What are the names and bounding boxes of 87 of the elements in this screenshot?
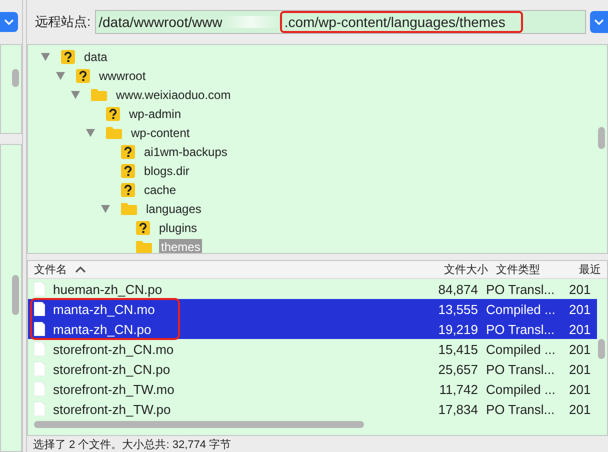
scrollbar-thumb[interactable]: [598, 339, 605, 360]
question-folder-icon: [121, 182, 135, 196]
table-cell-text: 201: [568, 282, 592, 297]
status-text: 选择了 2 个文件。大小总共: 32,774 字节: [32, 438, 232, 452]
question-folder-icon: [106, 106, 120, 120]
column-header[interactable]: 最近: [576, 262, 607, 278]
file-icon: [34, 402, 45, 416]
folder-name[interactable]: wwwroot: [97, 68, 148, 84]
question-folder-icon: [121, 164, 135, 178]
path-field[interactable]: /data/wwwroot/www .com/wp-content/languages/themes: [94, 10, 586, 34]
file-icon: [34, 282, 45, 296]
file-name: storefront-zh_TW.mo: [53, 382, 174, 397]
question-folder-icon: [121, 144, 135, 158]
file-type: Compiled ...: [485, 302, 556, 317]
file-type: PO Transl...: [485, 322, 556, 337]
file-type: Compiled ...: [485, 342, 556, 357]
file-row[interactable]: storefront-zh_TW.po 17,834 PO Transl... 201: [28, 399, 597, 420]
file-row[interactable]: storefront-zh_TW.mo 11,742 Compiled ... 201: [28, 379, 597, 400]
path-text: .com/wp-content/languages/themes: [280, 11, 524, 33]
chevron-icon: [4, 19, 14, 25]
file-size: 11,742: [438, 382, 479, 397]
dropdown-button[interactable]: [590, 11, 608, 33]
file-size: 25,657: [437, 362, 479, 377]
column-header[interactable]: 文件名: [28, 262, 426, 278]
folder-name[interactable]: data: [82, 48, 110, 64]
expand-triangle-icon[interactable]: [56, 72, 64, 80]
folder-name[interactable]: blogs.dir: [142, 162, 192, 178]
table-cell-text: 201: [568, 402, 592, 417]
folder-name[interactable]: ai1wm-backups: [142, 144, 230, 160]
file-name: storefront-zh_CN.mo: [53, 342, 174, 357]
file-type: PO Transl...: [485, 402, 556, 417]
file-row[interactable]: hueman-zh_CN.po 84,874 PO Transl... 201: [28, 279, 597, 300]
file-name: manta-zh_CN.po: [53, 322, 152, 337]
file-size: 84,874: [437, 282, 479, 297]
file-icon: [34, 362, 45, 376]
file-row[interactable]: manta-zh_CN.mo 13,555 Compiled ... 201: [28, 299, 597, 320]
path-text: /data/wwwroot/www: [98, 14, 222, 30]
expand-triangle-icon[interactable]: [86, 128, 94, 136]
file-row[interactable]: storefront-zh_CN.po 25,657 PO Transl... 201: [28, 359, 597, 380]
file-name: manta-zh_CN.mo: [53, 302, 155, 317]
question-folder-icon: [136, 220, 150, 234]
file-type: Compiled ...: [485, 382, 556, 397]
table-cell-text: 201: [568, 322, 592, 337]
file-type: PO Transl...: [485, 282, 556, 297]
folder-name[interactable]: cache: [142, 182, 178, 198]
folder-name[interactable]: plugins: [157, 220, 200, 236]
file-icon: [34, 302, 45, 316]
blurred-text: [222, 16, 280, 28]
table-cell-text: 201: [568, 302, 592, 317]
scrollbar-thumb[interactable]: [34, 421, 364, 428]
remote-site-label: 远程站点:: [35, 13, 91, 31]
expand-triangle-icon[interactable]: [100, 204, 110, 212]
file-name: storefront-zh_TW.po: [53, 402, 171, 417]
expand-triangle-icon[interactable]: [70, 90, 80, 98]
folder-name[interactable]: wp-admin: [127, 106, 184, 122]
folder-icon: [106, 126, 122, 139]
expand-triangle-icon[interactable]: [40, 52, 50, 60]
scrollbar-thumb[interactable]: [12, 69, 19, 87]
scrollbar-thumb[interactable]: [598, 127, 605, 149]
file-icon: [34, 322, 45, 336]
file-icon: [34, 342, 45, 356]
scrollbar-thumb[interactable]: [12, 275, 19, 315]
question-folder-icon: [61, 50, 75, 64]
folder-name[interactable]: wp-content: [129, 124, 192, 140]
table-cell-text: 201: [568, 362, 592, 377]
folder-name[interactable]: languages: [144, 200, 204, 216]
file-size: 15,415: [437, 342, 479, 357]
file-row[interactable]: manta-zh_CN.po 19,219 PO Transl... 201: [28, 319, 597, 340]
folder-icon: [136, 240, 152, 253]
chevron-icon: [594, 19, 604, 25]
file-name: hueman-zh_CN.po: [53, 282, 162, 297]
file-size: 17,834: [437, 402, 479, 417]
folder-icon: [121, 202, 137, 215]
file-size: 19,219: [437, 322, 479, 337]
folder-name[interactable]: www.weixiaoduo.com: [114, 86, 233, 102]
table-cell-text: 201: [568, 342, 592, 357]
file-row[interactable]: storefront-zh_CN.mo 15,415 Compiled ... 201: [28, 339, 597, 360]
question-folder-icon: [76, 68, 90, 82]
column-header[interactable]: 文件类型: [492, 262, 576, 278]
table-cell-text: 201: [568, 382, 592, 397]
column-header[interactable]: 文件大小: [426, 262, 492, 278]
file-type: PO Transl...: [485, 362, 556, 377]
file-name: storefront-zh_CN.po: [53, 362, 170, 377]
folder-icon: [91, 88, 107, 101]
file-icon: [34, 382, 45, 396]
file-size: 13,555: [437, 302, 479, 317]
dropdown-button[interactable]: [0, 12, 18, 32]
